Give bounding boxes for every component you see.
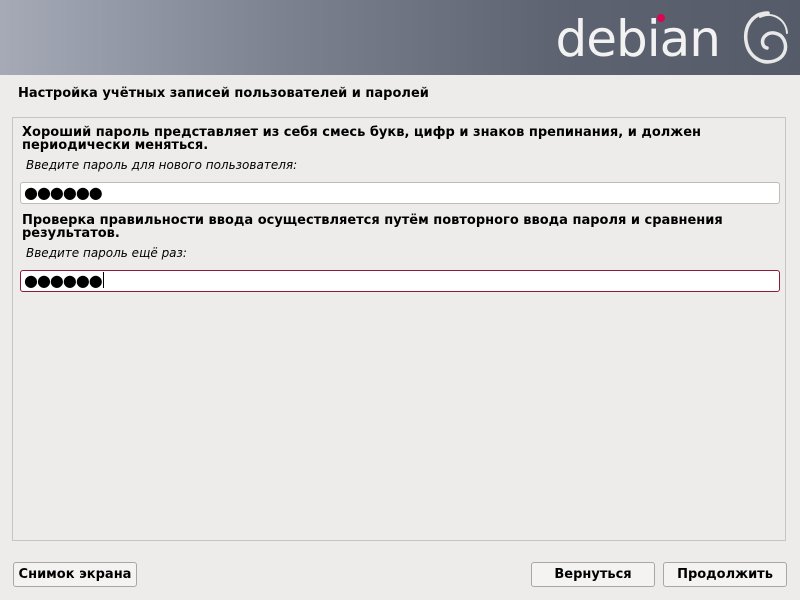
continue-button[interactable]: Продолжить (663, 562, 787, 587)
password-label: Введите пароль для нового пользователя: (26, 158, 298, 172)
debian-wordmark: debian (555, 10, 721, 68)
verify-password-field[interactable]: ●●●●●● (20, 270, 780, 292)
password-field[interactable]: ●●●●●● (20, 182, 780, 204)
debian-banner: debian (0, 0, 800, 75)
verify-password-mask: ●●●●●● (24, 271, 103, 290)
verify-password-label: Введите пароль ещё раз: (26, 246, 187, 260)
content-panel: Хороший пароль представляет из себя смес… (12, 117, 786, 541)
text-caret (102, 272, 104, 288)
screenshot-button[interactable]: Снимок экрана (13, 562, 137, 587)
page-title: Настройка учётных записей пользователей … (18, 86, 429, 101)
back-button[interactable]: Вернуться (531, 562, 655, 587)
password-hint-text: Хороший пароль представляет из себя смес… (22, 125, 702, 153)
debian-swirl-icon (743, 11, 788, 64)
debian-logo-dot (657, 14, 665, 22)
verify-hint-text: Проверка правильности ввода осуществляет… (22, 213, 723, 241)
password-mask: ●●●●●● (24, 183, 103, 202)
